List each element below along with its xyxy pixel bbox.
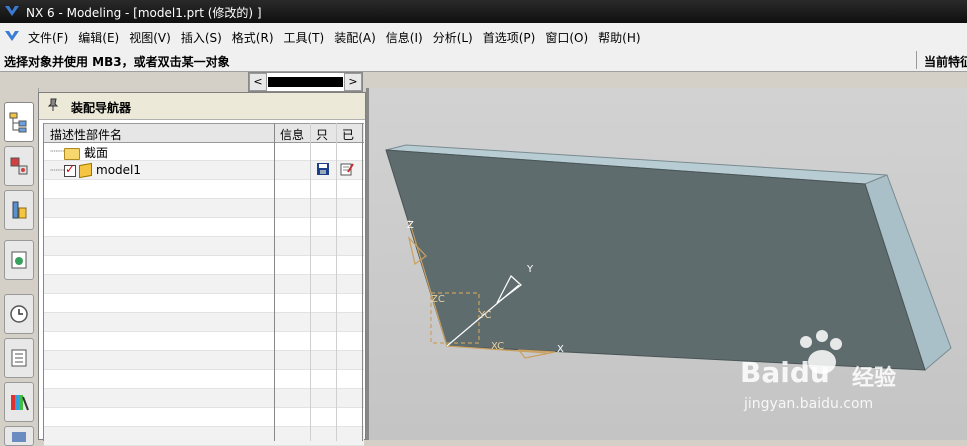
axis-label-z: Z (407, 220, 414, 231)
watermark-brand: Baidu (740, 356, 830, 389)
axis-label-yc: YC (478, 310, 492, 321)
column-header-modified[interactable]: 已 (342, 126, 354, 143)
watermark-brand-cn: 经验 (852, 366, 897, 391)
nx-app-icon (5, 6, 19, 16)
menu-insert[interactable]: 插入(S) (181, 29, 222, 46)
scroll-left-button[interactable]: < (249, 73, 267, 91)
menu-format[interactable]: 格式(R) (232, 29, 274, 46)
constraint-navigator-icon (10, 157, 28, 175)
assembly-navigator-icon (9, 112, 27, 133)
nx-menu-icon[interactable] (4, 28, 20, 44)
table-row (44, 389, 364, 408)
system-materials-tab[interactable] (4, 338, 34, 378)
part-navigator-icon (12, 201, 27, 219)
table-row (44, 313, 364, 332)
axis-label-x: X (557, 344, 564, 355)
menu-bar: 文件(F) 编辑(E) 视图(V) 插入(S) 格式(R) 工具(T) 装配(A… (0, 23, 967, 50)
column-header-readonly[interactable]: 只 (316, 126, 328, 143)
part-icon (79, 162, 92, 179)
column-divider (362, 123, 363, 441)
constraint-navigator-tab[interactable] (4, 146, 34, 186)
roles-tab[interactable] (4, 382, 34, 422)
status-right-text: 当前特征 (924, 55, 967, 69)
roles-icon (11, 395, 29, 411)
table-header: 描述性部件名 信息 只 已 (44, 123, 364, 143)
folder-icon (64, 147, 80, 160)
assembly-navigator-tab[interactable] (4, 102, 34, 142)
tree-row-section[interactable]: ┈┈ 截面 (44, 142, 364, 161)
table-row (44, 218, 364, 237)
table-row (44, 275, 364, 294)
model1-node-label: model1 (96, 163, 141, 177)
tree-row-model1[interactable]: ┈┈ model1 (44, 161, 364, 180)
menu-file[interactable]: 文件(F) (28, 29, 68, 46)
column-divider[interactable] (336, 123, 337, 441)
cue-prompt: 选择对象并使用 MB3，或者双击某一对象 (4, 55, 230, 69)
table-row (44, 256, 364, 275)
system-materials-icon (11, 349, 27, 367)
menu-preferences[interactable]: 首选项(P) (483, 29, 536, 46)
pin-icon[interactable] (47, 98, 59, 115)
table-row (44, 237, 364, 256)
assembly-navigator-panel: 装配导航器 描述性部件名 信息 只 已 ┈┈ 截面 ┈┈ model1 (38, 92, 366, 446)
cue-line: 选择对象并使用 MB3，或者双击某一对象 当前特征 (0, 49, 967, 72)
model1-node[interactable]: model1 (64, 162, 141, 179)
watermark-url: jingyan.baidu.com (744, 396, 874, 412)
navigator-header: 装配导航器 (39, 93, 365, 120)
table-row (44, 351, 364, 370)
table-row (44, 408, 364, 427)
axis-label-y: Y (526, 264, 534, 275)
history-tab[interactable] (4, 294, 34, 334)
column-header-name[interactable]: 描述性部件名 (50, 126, 122, 143)
window-title: NX 6 - Modeling - [model1.prt (修改的) ] (26, 6, 262, 20)
menu-view[interactable]: 视图(V) (129, 29, 171, 46)
part-navigator-tab[interactable] (4, 190, 34, 230)
table-row (44, 199, 364, 218)
table-row (44, 370, 364, 389)
tree-connector: ┈┈ (50, 144, 65, 158)
table-row (44, 332, 364, 351)
save-icon[interactable] (316, 162, 330, 179)
table-row (44, 180, 364, 199)
toolbar-scroller[interactable]: < > (248, 72, 363, 92)
more-tab[interactable] (4, 426, 34, 446)
navigator-title: 装配导航器 (71, 101, 132, 115)
web-browser-tab[interactable] (4, 240, 34, 280)
menu-analysis[interactable]: 分析(L) (433, 29, 473, 46)
web-browser-icon (11, 251, 27, 269)
table-row (44, 427, 364, 446)
menu-items: 文件(F) 编辑(E) 视图(V) 插入(S) 格式(R) 工具(T) 装配(A… (28, 29, 651, 46)
menu-information[interactable]: 信息(I) (386, 29, 423, 46)
history-icon (10, 305, 28, 323)
column-divider[interactable] (274, 123, 275, 441)
baidu-watermark: Baidu 经验 jingyan.baidu.com (740, 330, 960, 430)
title-bar: NX 6 - Modeling - [model1.prt (修改的) ] (0, 0, 967, 23)
status-separator (916, 51, 917, 69)
resource-bar (0, 88, 39, 446)
menu-tools[interactable]: 工具(T) (284, 29, 325, 46)
options-icon (12, 432, 26, 442)
column-divider[interactable] (310, 123, 311, 441)
section-node-label: 截面 (84, 146, 109, 160)
axis-label-xc: XC (491, 341, 504, 352)
section-node[interactable]: 截面 (64, 144, 108, 161)
menu-edit[interactable]: 编辑(E) (78, 29, 119, 46)
navigator-tree-table: 描述性部件名 信息 只 已 ┈┈ 截面 ┈┈ model1 (43, 123, 364, 446)
visibility-checkbox[interactable] (64, 162, 76, 177)
scroll-thumb[interactable] (268, 77, 343, 87)
tree-connector: ┈┈ (50, 163, 65, 177)
menu-window[interactable]: 窗口(O) (545, 29, 588, 46)
table-row (44, 294, 364, 313)
scroll-right-button[interactable]: > (344, 73, 362, 91)
edit-icon[interactable] (340, 162, 354, 179)
menu-assembly[interactable]: 装配(A) (334, 29, 376, 46)
column-header-info[interactable]: 信息 (280, 126, 304, 143)
axis-label-zc: ZC (431, 294, 445, 305)
menu-help[interactable]: 帮助(H) (598, 29, 640, 46)
